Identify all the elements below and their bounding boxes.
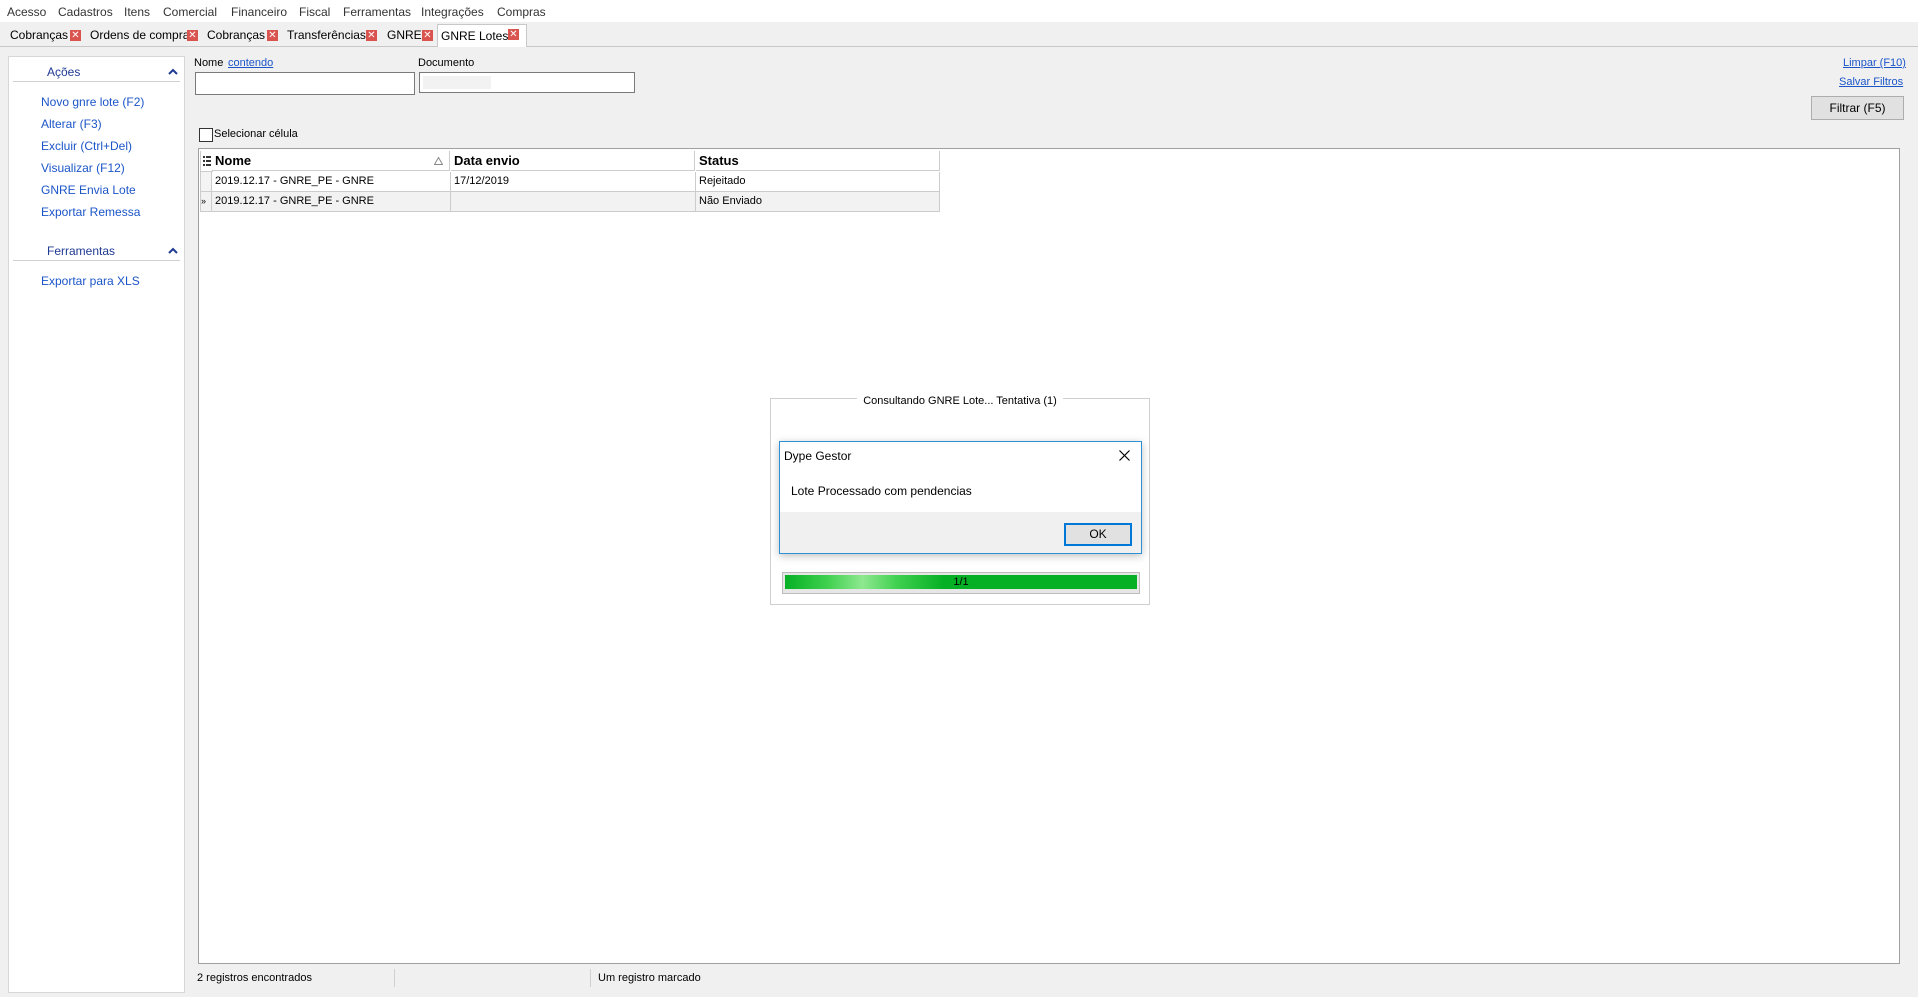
progress-title-wrap: Consultando GNRE Lote... Tentativa (1) [770, 393, 1150, 407]
status-count: 2 registros encontrados [197, 972, 312, 984]
sort-ascending-icon [434, 157, 443, 165]
table-row[interactable]: 2019.12.17 - GNRE_PE - GNRE 17/12/2019 R… [200, 172, 940, 192]
cell-status[interactable]: Rejeitado [696, 172, 940, 191]
tab-transferencias[interactable]: Transferências ✕ [284, 26, 380, 44]
tab-gnre[interactable]: GNRE ✕ [384, 26, 436, 44]
data-grid: Nome Data envio Status 2019.12.17 - GNRE… [200, 151, 940, 212]
menu-cadastros[interactable]: Cadastros [58, 5, 113, 19]
dialog-title: Dype Gestor [784, 449, 852, 463]
column-header-status[interactable]: Status [696, 151, 940, 171]
selecionar-celula-checkbox[interactable] [199, 128, 213, 142]
action-exportar-remessa[interactable]: Exportar Remessa [41, 205, 140, 219]
menu-compras[interactable]: Compras [497, 5, 546, 19]
action-gnre-envia-lote[interactable]: GNRE Envia Lote [41, 183, 136, 197]
close-icon[interactable]: ✕ [508, 29, 519, 40]
column-header-data-envio[interactable]: Data envio [451, 151, 695, 171]
menu-financeiro[interactable]: Financeiro [231, 5, 287, 19]
cell-data-envio[interactable] [451, 192, 696, 211]
documento-label: Documento [418, 57, 475, 69]
status-bar: 2 registros encontrados Um registro marc… [190, 966, 1900, 990]
documento-input[interactable] [419, 72, 635, 93]
action-novo-gnre-lote[interactable]: Novo gnre lote (F2) [41, 95, 144, 109]
filtrar-button[interactable]: Filtrar (F5) [1811, 96, 1904, 120]
close-icon[interactable]: ✕ [187, 30, 198, 41]
table-row[interactable]: » 2019.12.17 - GNRE_PE - GNRE Não Enviad… [200, 192, 940, 212]
nome-input[interactable] [195, 72, 415, 95]
menu-integracoes[interactable]: Integrações [421, 5, 484, 19]
chevron-up-icon[interactable] [167, 245, 179, 257]
progress-bar: 1/1 [782, 572, 1140, 594]
progress-text: 1/1 [953, 576, 969, 588]
documento-value [423, 76, 491, 89]
action-excluir[interactable]: Excluir (Ctrl+Del) [41, 139, 132, 153]
salvar-filtros-link[interactable]: Salvar Filtros [1839, 76, 1903, 88]
status-marked: Um registro marcado [598, 972, 701, 984]
selecionar-celula-label: Selecionar célula [214, 128, 298, 140]
row-selector[interactable]: » [200, 192, 212, 211]
close-icon[interactable]: ✕ [422, 30, 433, 41]
progress-title: Consultando GNRE Lote... Tentativa (1) [857, 395, 1063, 407]
ferramentas-title: Ferramentas [47, 244, 116, 258]
cell-data-envio[interactable]: 17/12/2019 [451, 172, 696, 191]
menu-acesso[interactable]: Acesso [7, 5, 46, 19]
nome-label: Nome [194, 57, 224, 69]
close-icon[interactable]: ✕ [366, 30, 377, 41]
chevron-up-icon[interactable] [167, 66, 179, 78]
column-header-nome[interactable]: Nome [212, 151, 450, 171]
close-icon[interactable]: ✕ [267, 30, 278, 41]
menu-comercial[interactable]: Comercial [163, 5, 217, 19]
action-alterar[interactable]: Alterar (F3) [41, 117, 102, 131]
divider [13, 260, 180, 261]
list-icon [203, 156, 211, 166]
close-icon[interactable] [1119, 450, 1130, 461]
menu-bar: Acesso Cadastros Itens Comercial Finance… [0, 0, 1918, 22]
ok-button[interactable]: OK [1064, 523, 1132, 546]
cell-nome[interactable]: 2019.12.17 - GNRE_PE - GNRE [212, 172, 451, 191]
divider [13, 81, 180, 82]
row-selector[interactable] [200, 172, 212, 191]
cell-status[interactable]: Não Enviado [696, 192, 940, 211]
tab-gnre-lotes[interactable]: GNRE Lotes ✕ [437, 24, 527, 47]
dialog-message: Lote Processado com pendencias [791, 484, 972, 498]
menu-ferramentas[interactable]: Ferramentas [343, 5, 411, 19]
close-icon[interactable]: ✕ [70, 30, 81, 41]
tab-cobrancas-1[interactable]: Cobranças ✕ [7, 26, 83, 44]
current-row-icon: » [201, 196, 207, 206]
tab-cobrancas-2[interactable]: Cobranças ✕ [204, 26, 282, 44]
actions-panel: Ações Novo gnre lote (F2) Alterar (F3) E… [8, 56, 185, 993]
message-dialog: Dype Gestor Lote Processado com pendenci… [779, 441, 1142, 554]
divider [590, 969, 591, 987]
action-exportar-xls[interactable]: Exportar para XLS [41, 274, 140, 288]
tab-ordens-compra[interactable]: Ordens de compra ✕ [87, 26, 198, 44]
action-visualizar[interactable]: Visualizar (F12) [41, 161, 125, 175]
tab-bar: Cobranças ✕ Ordens de compra ✕ Cobranças… [0, 24, 1918, 47]
acoes-title: Ações [47, 65, 81, 79]
limpar-link[interactable]: Limpar (F10) [1843, 57, 1906, 69]
menu-itens[interactable]: Itens [124, 5, 150, 19]
divider [394, 969, 395, 987]
nome-mode-link[interactable]: contendo [228, 57, 273, 69]
menu-fiscal[interactable]: Fiscal [299, 5, 330, 19]
cell-nome[interactable]: 2019.12.17 - GNRE_PE - GNRE [212, 192, 451, 211]
